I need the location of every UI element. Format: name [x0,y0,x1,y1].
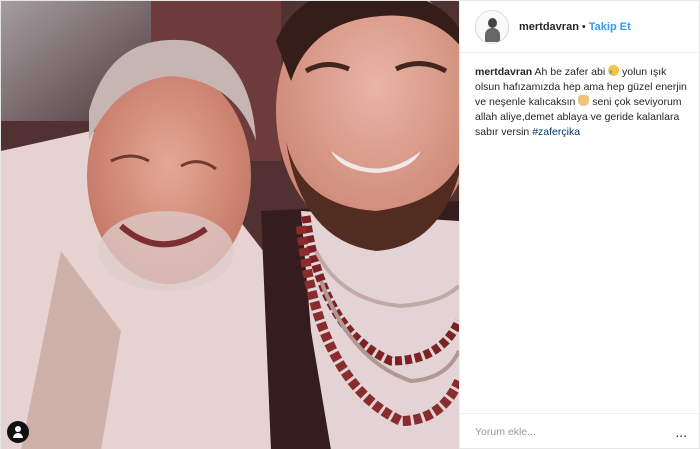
caption-text-1: Ah be zafer abi [534,66,606,78]
post-header: mertdavran • Takip Et [460,1,700,53]
comment-input[interactable] [475,426,676,438]
follow-button[interactable]: Takip Et [589,21,631,33]
avatar-body [485,27,500,42]
user-tag-body [13,433,23,438]
folded-hands-emoji-icon [578,95,590,106]
user-tag-icon[interactable] [7,421,29,443]
photo-illustration [1,1,459,449]
more-options-icon[interactable]: ... [675,424,687,440]
user-tag-head [15,426,21,432]
header-separator: • [581,20,586,33]
avatar-head [488,17,497,28]
instagram-post: mertdavran • Takip Et mertdavran Ah be z… [0,0,700,449]
post-photo[interactable] [1,1,459,449]
caption-hashtag[interactable]: #zaferçika [532,126,580,138]
comment-footer: ... [460,413,700,449]
post-sidebar: mertdavran • Takip Et mertdavran Ah be z… [459,1,700,449]
caption-username[interactable]: mertdavran [475,66,532,78]
profile-avatar[interactable] [475,9,509,44]
header-username[interactable]: mertdavran [519,21,579,33]
crying-face-emoji-icon [608,65,620,76]
post-caption: mertdavran Ah be zafer abi yolun ışık ol… [475,65,690,140]
